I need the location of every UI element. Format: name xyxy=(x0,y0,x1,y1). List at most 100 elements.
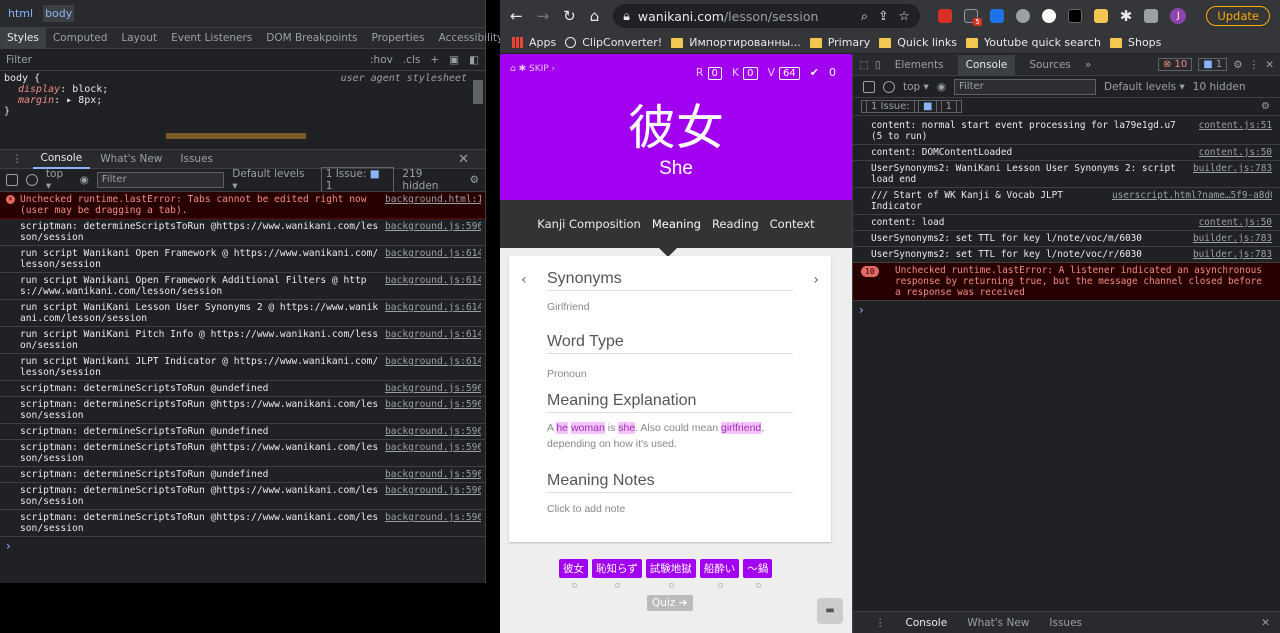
synonyms-value[interactable]: Girlfriend xyxy=(547,299,793,315)
drawer-tab-whats-new[interactable]: What's New xyxy=(967,617,1029,629)
drawer-menu-icon[interactable]: ⋮ xyxy=(4,150,31,168)
right-console-prompt[interactable]: › xyxy=(853,301,1280,319)
sidepanel-icon[interactable] xyxy=(1144,9,1159,23)
close-drawer-icon[interactable]: ✕ xyxy=(450,149,477,170)
extension-b-icon[interactable] xyxy=(1041,9,1056,23)
hov-toggle[interactable]: :hov xyxy=(370,54,393,66)
log-source-link[interactable]: background.js:614 xyxy=(385,356,481,378)
clear-console-icon[interactable] xyxy=(883,80,895,93)
globe-icon[interactable] xyxy=(1015,9,1030,23)
log-source-link[interactable]: background.js:596 xyxy=(385,221,481,243)
next-arrow-icon[interactable]: › xyxy=(813,272,819,288)
bookmark-shops[interactable]: Shops xyxy=(1109,36,1161,49)
breadcrumb-body[interactable]: body xyxy=(43,5,75,22)
log-source-link[interactable]: userscript.html?name…5f9-a8d020c996ce:21 xyxy=(1112,190,1272,212)
log-source-link[interactable]: background.js:596 xyxy=(385,442,481,464)
more-tabs-icon[interactable]: » xyxy=(1085,59,1091,71)
queue-item[interactable]: 〜鍋 xyxy=(743,559,773,588)
log-source-link[interactable]: background.js:596 xyxy=(385,383,481,394)
tab-styles[interactable]: Styles xyxy=(0,28,46,48)
prev-arrow-icon[interactable]: ‹ xyxy=(521,272,527,288)
eye-icon[interactable]: ◉ xyxy=(80,174,89,186)
device-toolbar-icon[interactable]: ▯ xyxy=(875,59,881,71)
zoom-icon[interactable]: ⌕ xyxy=(861,8,868,24)
adblock-icon[interactable] xyxy=(937,9,952,23)
issues-counter[interactable]: 1 Issue: ■ 1 xyxy=(320,167,395,193)
console-settings-icon[interactable]: ⚙ xyxy=(1257,101,1274,112)
forward-icon[interactable]: → xyxy=(537,7,550,25)
queue-item[interactable]: 試験地獄 xyxy=(645,559,696,588)
puzzle-icon[interactable]: ✱ xyxy=(1120,7,1133,25)
quiz-button[interactable]: Quiz ➔ xyxy=(647,595,693,611)
home-icon[interactable]: ⌂ xyxy=(590,7,600,25)
drawer-tab-console[interactable]: Console xyxy=(32,149,91,169)
tab-context[interactable]: Context xyxy=(770,217,815,231)
console-filter-input[interactable]: Filter xyxy=(954,78,1096,95)
log-source-link[interactable]: background.js:614 xyxy=(385,329,481,351)
kebab-menu-icon[interactable]: ⋮ xyxy=(1249,59,1260,71)
bookmark-quick-links[interactable]: Quick links xyxy=(879,36,957,49)
log-source-link[interactable]: background.js:614 xyxy=(385,302,481,324)
tab-console[interactable]: Console xyxy=(957,54,1016,75)
cls-toggle[interactable]: .cls xyxy=(403,54,421,66)
add-note-link[interactable]: Click to add note xyxy=(547,501,793,517)
tab-elements[interactable]: Elements xyxy=(887,55,952,75)
tab-dom-breakpoints[interactable]: DOM Breakpoints xyxy=(259,28,364,48)
share-icon[interactable]: ⇪ xyxy=(878,8,888,24)
log-source-link[interactable]: background.js:596 xyxy=(385,485,481,507)
queue-item[interactable]: 彼女 xyxy=(559,559,588,588)
bookmark-clipconverter[interactable]: ClipConverter! xyxy=(565,36,662,49)
log-source-link[interactable]: builder.js:783 xyxy=(1193,163,1272,185)
log-source-link[interactable]: content.js:50 xyxy=(1199,147,1272,158)
reload-icon[interactable]: ↻ xyxy=(563,7,576,25)
console-filter-input[interactable]: Filter xyxy=(96,172,225,188)
bookmark-star-icon[interactable]: ☆ xyxy=(899,8,910,24)
bookmark-apps[interactable]: Apps xyxy=(512,36,556,49)
extension-yellow-icon[interactable] xyxy=(1093,9,1108,23)
styles-scrollbar[interactable] xyxy=(473,80,483,104)
context-select[interactable]: top ▾ xyxy=(46,168,72,192)
drawer-tab-issues[interactable]: Issues xyxy=(1049,617,1082,629)
log-source-link[interactable]: background.js:614 xyxy=(385,248,481,270)
tab-sources[interactable]: Sources xyxy=(1021,55,1079,75)
sidebar-toggle-icon[interactable]: ◧ xyxy=(469,54,479,66)
chat-bubble-icon[interactable]: ▬ xyxy=(817,598,843,624)
address-bar[interactable]: 🔒︎ wanikani.com/lesson/session ⌕ ⇪ ☆ xyxy=(613,4,920,28)
log-source-link[interactable]: background.js:596 xyxy=(385,469,481,480)
drawer-tab-issues[interactable]: Issues xyxy=(172,150,221,168)
drawer-tab-whats-new[interactable]: What's New xyxy=(92,150,170,168)
log-source-link[interactable]: background.js:596 xyxy=(385,512,481,534)
log-source-link[interactable]: background.js:596 xyxy=(385,426,481,437)
sidebar-icon[interactable] xyxy=(6,174,18,186)
back-icon[interactable]: ← xyxy=(510,7,523,25)
issue-counter[interactable]: ■ 1 xyxy=(1198,58,1228,71)
log-source-link[interactable]: builder.js:783 xyxy=(1193,233,1272,244)
tab-accessibility[interactable]: Accessibility xyxy=(432,28,511,48)
sidebar-icon[interactable] xyxy=(863,80,875,93)
queue-item[interactable]: 恥知らず xyxy=(592,559,642,588)
tab-kanji-composition[interactable]: Kanji Composition xyxy=(537,217,641,231)
clear-console-icon[interactable] xyxy=(25,174,38,186)
breadcrumb-html[interactable]: html xyxy=(6,5,35,22)
skip-link[interactable]: ⌂ ✱ SKIP › xyxy=(510,64,555,74)
extension-icon[interactable]: 5 xyxy=(963,9,982,26)
info-icon[interactable] xyxy=(1067,9,1082,23)
computed-styles-icon[interactable]: ▣ xyxy=(449,54,459,66)
profile-avatar[interactable]: J xyxy=(1170,8,1187,24)
styles-filter-input[interactable]: Filter xyxy=(6,54,360,66)
bookmark-imported[interactable]: Импортированны... xyxy=(671,36,801,49)
tab-properties[interactable]: Properties xyxy=(365,28,432,48)
log-source-link[interactable]: background.html:1 xyxy=(385,194,481,216)
close-devtools-icon[interactable]: ✕ xyxy=(1265,59,1274,71)
log-source-link[interactable]: builder.js:783 xyxy=(1193,249,1272,260)
inspect-icon[interactable]: ⬚ xyxy=(859,59,869,71)
error-counter[interactable]: ⊗ 10 xyxy=(1157,58,1193,71)
default-levels-select[interactable]: Default levels ▾ xyxy=(232,168,312,192)
tab-meaning[interactable]: Meaning xyxy=(652,217,701,231)
bookmark-youtube[interactable]: Youtube quick search xyxy=(966,36,1101,49)
log-source-link[interactable]: background.js:596 xyxy=(385,399,481,421)
extension-blue-icon[interactable] xyxy=(989,9,1004,23)
console-prompt[interactable]: › xyxy=(0,537,485,555)
context-select[interactable]: top ▾ xyxy=(903,81,929,93)
close-drawer-icon[interactable]: ✕ xyxy=(1261,617,1270,629)
